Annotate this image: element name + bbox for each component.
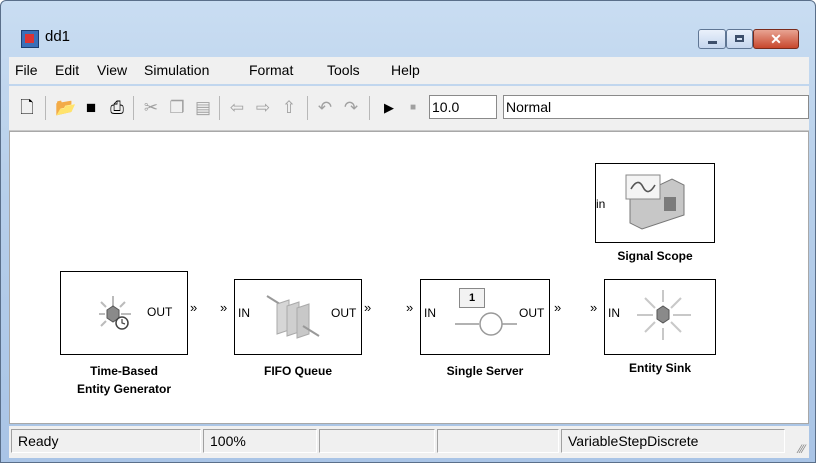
connector-arrow: » <box>590 300 598 315</box>
server-capacity: 1 <box>459 288 485 308</box>
stop-simulation-icon[interactable]: ■ <box>403 98 423 118</box>
toolbar-separator <box>219 96 220 120</box>
simulation-mode-select[interactable] <box>503 95 809 119</box>
server-icon <box>455 312 517 336</box>
menu-view[interactable]: View <box>97 62 127 78</box>
model-canvas[interactable]: in Signal Scope OUT Time-Based Entity Ge… <box>9 131 809 424</box>
connector-arrow: » <box>364 300 372 315</box>
toolbar: 🗋 📂 ■ ⎙ ✂ ❐ ▤ ⇦ ⇨ ⇧ ↶ ↷ ▶ ■ <box>9 86 809 131</box>
generator-label-line1: Time-Based <box>90 364 158 378</box>
server-out-port: OUT <box>519 306 545 320</box>
menu-help[interactable]: Help <box>391 62 420 78</box>
window-title: dd1 <box>45 28 71 45</box>
forward-icon[interactable]: ⇨ <box>253 98 273 118</box>
single-server-block[interactable]: IN 1 OUT <box>420 279 550 355</box>
simulink-app-icon <box>21 30 39 48</box>
close-icon: ✕ <box>770 31 782 47</box>
status-bar: Ready 100% VariableStepDiscrete ⁄⁄⁄ <box>9 426 809 458</box>
up-icon[interactable]: ⇧ <box>279 98 299 118</box>
title-bar[interactable]: dd1 ✕ <box>1 1 815 57</box>
sink-in-port: IN <box>608 306 620 320</box>
fifo-queue-block[interactable]: IN OUT <box>234 279 362 355</box>
menu-format[interactable]: Format <box>249 62 293 78</box>
cut-icon[interactable]: ✂ <box>141 98 161 118</box>
close-button[interactable]: ✕ <box>753 29 799 49</box>
fifo-out-port: OUT <box>331 306 357 320</box>
menu-bar: File Edit View Simulation Format Tools H… <box>9 57 809 84</box>
scope-icon <box>625 174 685 230</box>
connector-arrow: » <box>554 300 562 315</box>
generator-icon <box>99 296 131 330</box>
menu-file[interactable]: File <box>15 62 38 78</box>
queue-icon <box>266 295 320 339</box>
fifo-queue-label: FIFO Queue <box>263 364 332 378</box>
undo-icon[interactable]: ↶ <box>315 98 335 118</box>
status-text: Ready <box>11 429 201 453</box>
toolbar-separator <box>307 96 308 120</box>
connector-arrow: » <box>190 300 198 315</box>
single-server-label: Single Server <box>446 364 524 378</box>
new-file-icon[interactable]: 🗋 <box>17 98 37 118</box>
open-folder-icon[interactable]: 📂 <box>55 98 76 118</box>
toolbar-separator <box>45 96 46 120</box>
solver-name: VariableStepDiscrete <box>561 429 785 453</box>
resize-grip-icon[interactable]: ⁄⁄⁄ <box>799 442 805 456</box>
maximize-icon <box>735 35 744 42</box>
redo-icon[interactable]: ↷ <box>341 98 361 118</box>
server-in-port: IN <box>424 306 436 320</box>
copy-icon[interactable]: ❐ <box>167 98 187 118</box>
menu-tools[interactable]: Tools <box>327 62 360 78</box>
generator-out-port: OUT <box>147 305 173 319</box>
minimize-button[interactable] <box>698 29 726 49</box>
status-cell-empty <box>437 429 559 453</box>
toolbar-separator <box>133 96 134 120</box>
scope-in-port: in <box>596 197 606 211</box>
signal-scope-block[interactable]: in <box>595 163 715 243</box>
back-icon[interactable]: ⇦ <box>227 98 247 118</box>
entity-sink-label: Entity Sink <box>628 361 691 375</box>
signal-scope-label: Signal Scope <box>617 249 693 263</box>
generator-label-line2: Entity Generator <box>76 382 172 396</box>
paste-icon[interactable]: ▤ <box>193 98 213 118</box>
print-icon[interactable]: ⎙ <box>107 98 127 118</box>
stop-time-input[interactable] <box>429 95 497 119</box>
fifo-in-port: IN <box>238 306 250 320</box>
save-icon[interactable]: ■ <box>81 98 101 118</box>
connector-arrow: » <box>406 300 414 315</box>
toolbar-separator <box>369 96 370 120</box>
start-simulation-icon[interactable]: ▶ <box>379 98 399 118</box>
menu-edit[interactable]: Edit <box>55 62 79 78</box>
entity-generator-block[interactable]: OUT <box>60 271 188 355</box>
zoom-level: 100% <box>203 429 317 453</box>
entity-sink-block[interactable]: IN <box>604 279 716 355</box>
menu-simulation[interactable]: Simulation <box>144 62 209 78</box>
maximize-button[interactable] <box>726 29 753 49</box>
sink-icon <box>637 290 691 340</box>
connector-arrow: » <box>220 300 228 315</box>
status-cell-empty <box>319 429 435 453</box>
model-window: dd1 ✕ File Edit View Simulation Format T… <box>0 0 816 463</box>
minimize-icon <box>708 41 717 44</box>
